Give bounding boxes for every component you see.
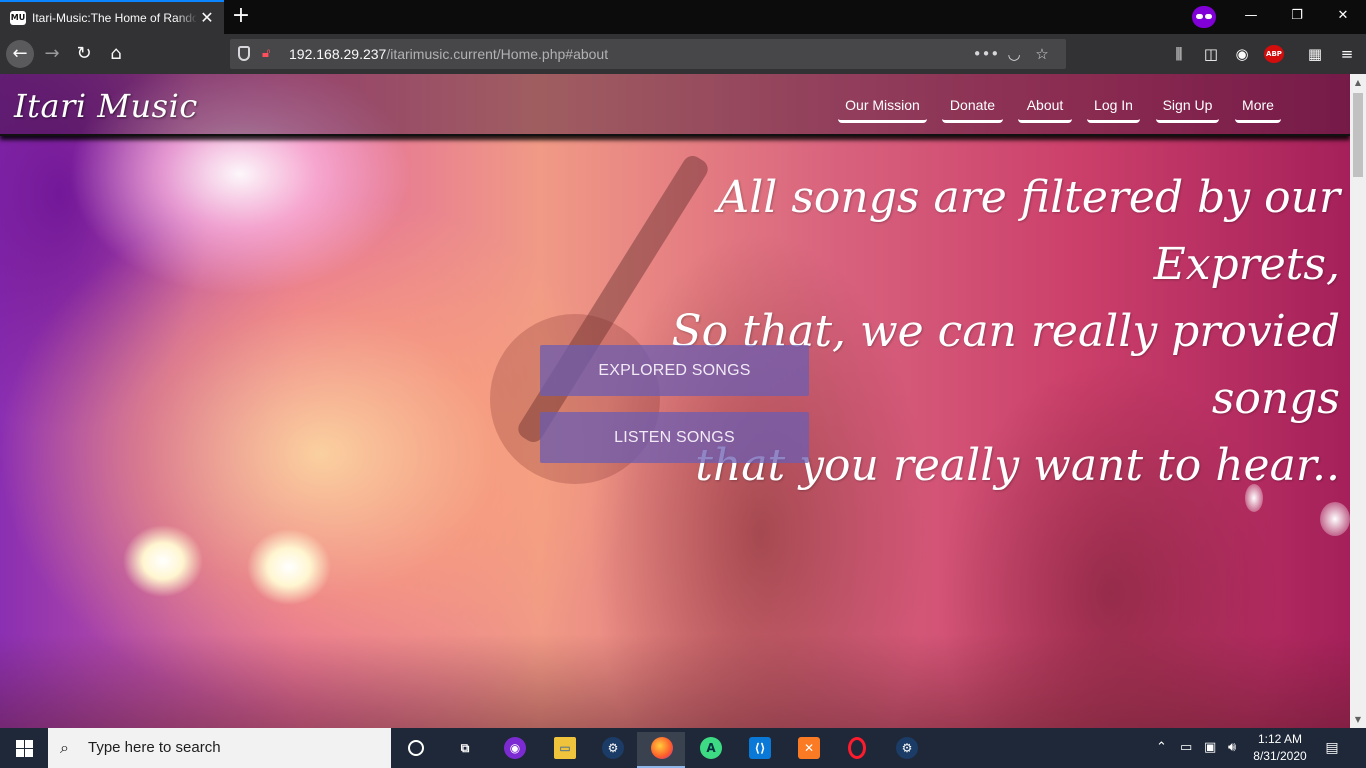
- window-maximize-button[interactable]: ❐: [1274, 0, 1320, 32]
- explored-songs-button[interactable]: EXPLORED SONGS: [540, 345, 809, 396]
- nav-more[interactable]: More: [1235, 95, 1281, 123]
- page-viewport: Itari Music Our Mission Donate About Log…: [0, 74, 1350, 728]
- home-icon[interactable]: ⌂: [102, 40, 130, 68]
- action-center-notification-icon[interactable]: ▤: [1322, 738, 1342, 758]
- account-icon[interactable]: ◉: [1231, 43, 1253, 65]
- reader-sidebar-icon[interactable]: ◫: [1200, 43, 1222, 65]
- search-icon: ⌕: [60, 738, 69, 757]
- steam-icon[interactable]: ⚙: [882, 732, 930, 768]
- site-header: Itari Music Our Mission Donate About Log…: [0, 74, 1350, 136]
- hero-background-crowd: [0, 634, 1350, 728]
- file-explorer-icon[interactable]: ▭: [540, 732, 588, 768]
- reload-icon[interactable]: ↻: [70, 40, 98, 68]
- nav-log-in[interactable]: Log In: [1087, 95, 1140, 123]
- page-scrollbar[interactable]: ▲ ▼: [1350, 74, 1366, 728]
- vscode-icon[interactable]: ⟨⟩: [735, 732, 783, 768]
- nav-about[interactable]: About: [1018, 95, 1072, 123]
- tab-strip: MU Itari-Music:The Home of Rando ✕ + — ❐…: [0, 0, 1366, 34]
- taskbar-search-box[interactable]: ⌕ Type here to search: [48, 728, 391, 768]
- stage-light: [1320, 502, 1350, 536]
- extensions-icon[interactable]: ▦: [1304, 43, 1326, 65]
- tab-title: Itari-Music:The Home of Rando: [32, 11, 196, 25]
- podcast-app-icon[interactable]: ◉: [490, 732, 538, 768]
- browser-toolbar: ← → ↻ ⌂ 🔓︎ 192.168.29.237/itarimusic.cur…: [0, 34, 1366, 74]
- android-studio-icon[interactable]: A: [686, 732, 734, 768]
- window-minimize-button[interactable]: —: [1228, 0, 1274, 32]
- insecure-lock-icon[interactable]: 🔓︎: [262, 46, 276, 62]
- scroll-up-arrow-icon[interactable]: ▲: [1350, 74, 1366, 91]
- library-icon[interactable]: ⫼: [1168, 43, 1190, 65]
- nav-sign-up[interactable]: Sign Up: [1156, 95, 1219, 123]
- scroll-down-arrow-icon[interactable]: ▼: [1350, 711, 1366, 728]
- page-actions-more-icon[interactable]: •••: [972, 44, 1000, 64]
- show-hidden-icons-chevron-icon[interactable]: ⌃: [1156, 738, 1167, 758]
- url-host: 192.168.29.237: [289, 46, 387, 62]
- windows-taskbar: ⌕ Type here to search ⧉ ◉ ▭ ⚙ A ⟨⟩ ✕ ⚙ ⌃…: [0, 728, 1366, 768]
- task-view-icon[interactable]: ⧉: [440, 732, 488, 768]
- url-actions: ••• ◡ ☆: [972, 44, 1056, 64]
- listen-songs-button[interactable]: LISTEN SONGS: [540, 412, 809, 463]
- bookmark-star-icon[interactable]: ☆: [1028, 44, 1056, 64]
- private-browsing-mask-icon: [1192, 6, 1216, 28]
- volume-icon[interactable]: 🔊︎: [1228, 738, 1236, 758]
- nav-our-mission[interactable]: Our Mission: [838, 95, 927, 123]
- browser-tab-active[interactable]: MU Itari-Music:The Home of Rando ✕: [0, 0, 224, 34]
- nav-donate[interactable]: Donate: [942, 95, 1003, 123]
- opera-icon[interactable]: [833, 732, 881, 768]
- site-favicon-icon: MU: [10, 11, 26, 25]
- window-close-button[interactable]: ✕: [1320, 0, 1366, 32]
- battery-icon[interactable]: ▭: [1180, 738, 1192, 758]
- tab-title-fade: [176, 8, 198, 28]
- hero-line: All songs are filtered by our Exprets,: [717, 172, 1340, 290]
- new-tab-button[interactable]: +: [230, 3, 252, 29]
- tracking-protection-shield-icon[interactable]: [238, 46, 250, 61]
- url-text[interactable]: 192.168.29.237/itarimusic.current/Home.p…: [289, 46, 608, 62]
- pocket-icon[interactable]: ◡: [1000, 44, 1028, 64]
- scroll-thumb[interactable]: [1353, 93, 1363, 177]
- tab-close-icon[interactable]: ✕: [198, 8, 216, 28]
- site-logo[interactable]: Itari Music: [14, 84, 198, 128]
- url-path: /itarimusic.current/Home.php#about: [386, 46, 609, 62]
- back-arrow-icon[interactable]: ←: [6, 40, 34, 68]
- adblock-icon[interactable]: ABP: [1264, 45, 1284, 63]
- clock-date: 8/31/2020: [1253, 749, 1307, 763]
- address-bar[interactable]: 🔓︎ 192.168.29.237/itarimusic.current/Hom…: [230, 39, 1066, 69]
- cortana-icon[interactable]: [392, 732, 440, 768]
- clock-time: 1:12 AM: [1257, 732, 1303, 746]
- start-windows-icon[interactable]: [0, 728, 48, 768]
- search-placeholder: Type here to search: [88, 739, 221, 756]
- menu-hamburger-icon[interactable]: ≡: [1336, 43, 1358, 65]
- taskbar-clock[interactable]: 1:12 AM 8/31/2020: [1250, 731, 1310, 765]
- network-icon[interactable]: ▣: [1204, 738, 1216, 758]
- firefox-icon[interactable]: [637, 732, 685, 768]
- xampp-icon[interactable]: ✕: [784, 732, 832, 768]
- forward-arrow-icon[interactable]: →: [38, 40, 66, 68]
- steam-icon[interactable]: ⚙: [588, 732, 636, 768]
